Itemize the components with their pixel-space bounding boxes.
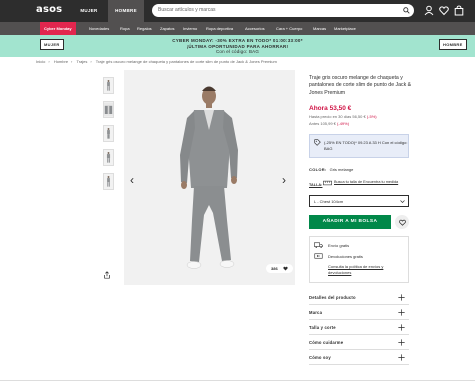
- accordion-label: Talla y corte: [309, 325, 336, 330]
- free-shipping-text: Envío gratis: [328, 243, 350, 248]
- cat-ropa[interactable]: Ropa: [120, 22, 130, 35]
- thumbnail-4[interactable]: [103, 149, 114, 166]
- promo-code-text: (-25% EN TODO)* 09.23 A 33 H Con el códi…: [324, 140, 408, 151]
- ruler-icon: [323, 180, 332, 186]
- cat-novedades[interactable]: Novedades: [89, 22, 109, 35]
- product-main-image[interactable]: [124, 70, 295, 285]
- tag-icon: [314, 139, 321, 146]
- accordion-about-me[interactable]: Cómo soy: [309, 351, 409, 365]
- banner-hombre-button[interactable]: HOMBRE: [439, 39, 467, 50]
- prev-image-arrow[interactable]: ‹: [130, 173, 134, 187]
- size-select-value: L - Chest 104cm: [314, 199, 344, 204]
- banner-line-3: Con el código: BAG: [215, 49, 260, 54]
- cat-accesorios[interactable]: Accesorios: [245, 22, 265, 35]
- footer-divider: [0, 380, 475, 381]
- next-image-arrow[interactable]: ›: [282, 173, 286, 187]
- accordion-product-details[interactable]: Detalles del producto: [309, 291, 409, 305]
- cat-zapatos[interactable]: Zapatos: [160, 22, 174, 35]
- cat-cara-cuerpo[interactable]: Cara + Cuerpo: [276, 22, 302, 35]
- search-icon[interactable]: [403, 7, 410, 14]
- cat-ropa-deportiva[interactable]: Ropa deportiva: [206, 22, 233, 35]
- color-value: Gris melange: [329, 167, 354, 172]
- search-placeholder: Buscar artículos y marcas: [158, 7, 216, 13]
- cat-cyber-monday[interactable]: Cyber Monday: [40, 22, 76, 35]
- delivery-policy-link[interactable]: Consulta la política de envíos y devoluc…: [328, 264, 406, 275]
- bag-icon[interactable]: [454, 5, 464, 16]
- banner-line-1: CYBER MONDAY: -30% EXTRA EN TODO* 01:00:…: [172, 38, 303, 43]
- likes-count: 386: [271, 266, 278, 271]
- breadcrumb-inicio[interactable]: Inicio: [36, 59, 45, 64]
- price-rrp-text: Antes 105,99 €: [309, 121, 336, 126]
- breadcrumb: Inicio › Hombre › Trajes › Traje gris oscur…: [36, 59, 277, 64]
- cat-regalos[interactable]: Regalos: [137, 22, 152, 35]
- share-icon[interactable]: [103, 271, 111, 279]
- accordion-label: Cómo soy: [309, 355, 331, 360]
- top-header: asos MUJER HOMBRE Buscar artículos y mar…: [0, 0, 475, 22]
- accordion-label: Cómo cuidarme: [309, 340, 344, 345]
- price-lowest-30d: Hasta precio en 30 días 56,50 € (-5%): [309, 114, 377, 119]
- plus-icon: [398, 324, 405, 331]
- plus-icon: [398, 339, 405, 346]
- thumbnail-2[interactable]: [103, 101, 114, 118]
- cat-marcas[interactable]: Marcas: [313, 22, 326, 35]
- price-lowest-text: Hasta precio en 30 días 56,50 €: [309, 114, 366, 119]
- heart-icon: [283, 266, 288, 271]
- model-figure: [124, 70, 295, 285]
- save-to-wishlist-button[interactable]: [395, 215, 409, 229]
- thumbnail-1[interactable]: [103, 77, 114, 94]
- promo-banner[interactable]: MUJER CYBER MONDAY: -30% EXTRA EN TODO* …: [0, 35, 475, 57]
- add-to-bag-button[interactable]: AÑADIR A MI BOLSA: [309, 215, 391, 229]
- breadcrumb-hombre[interactable]: Hombre: [54, 59, 68, 64]
- chevron-down-icon: [400, 200, 405, 203]
- thumbnail-3[interactable]: [103, 125, 114, 142]
- free-returns-text: Devoluciones gratis: [328, 254, 363, 259]
- asos-logo[interactable]: asos: [36, 4, 62, 15]
- price-current: Ahora 53,50 €: [309, 105, 352, 112]
- breadcrumb-trajes[interactable]: Trajes: [76, 59, 87, 64]
- plus-icon: [398, 309, 405, 316]
- accordion-label: Marca: [309, 310, 323, 315]
- search-input[interactable]: Buscar artículos y marcas: [152, 4, 414, 17]
- breadcrumb-current: Traje gris oscuro melange de chaqueta y …: [95, 59, 277, 64]
- tab-hombre[interactable]: HOMBRE: [108, 0, 144, 22]
- size-heading: TALLA:: [309, 183, 323, 187]
- wishlist-icon[interactable]: [439, 5, 449, 16]
- accordion-size-fit[interactable]: Talla y corte: [309, 321, 409, 335]
- account-icon[interactable]: [424, 5, 434, 16]
- plus-icon: [398, 354, 405, 361]
- delivery-info-box: Envío gratis Devoluciones gratis Consult…: [309, 236, 409, 283]
- truck-icon: [314, 242, 323, 248]
- heart-outline-icon: [398, 219, 406, 226]
- price-lowest-pct: (-5%): [366, 114, 377, 119]
- size-guide-link[interactable]: Busca tu talla de Encuentra tu medida: [334, 180, 404, 186]
- return-icon: [314, 253, 323, 259]
- color-heading: COLOR:: [309, 167, 327, 172]
- category-nav: Cyber Monday Novedades Ropa Regalos Zapa…: [0, 22, 475, 35]
- thumbnail-5[interactable]: [103, 173, 114, 190]
- accordion-care[interactable]: Cómo cuidarme: [309, 336, 409, 350]
- accordion-label: Detalles del producto: [309, 295, 356, 300]
- size-select[interactable]: L - Chest 104cm: [309, 195, 409, 207]
- price-rrp: Antes 105,99 € (-49%): [309, 121, 349, 126]
- cat-invierno[interactable]: Invierno: [183, 22, 197, 35]
- banner-line-2: ¡ÚLTIMA OPORTUNIDAD PARA AHORRAR!: [186, 43, 289, 49]
- promo-code-box: (-25% EN TODO)* 09.23 A 33 H Con el códi…: [309, 134, 409, 158]
- product-title: Traje gris oscuro melange de chaqueta y …: [309, 75, 412, 96]
- price-rrp-pct: (-49%): [337, 121, 350, 126]
- accordion-brand[interactable]: Marca: [309, 306, 409, 320]
- color-label: COLOR: Gris melange: [309, 167, 353, 172]
- plus-icon: [398, 294, 405, 301]
- tab-mujer[interactable]: MUJER: [70, 0, 108, 22]
- likes-badge[interactable]: 386: [266, 264, 293, 273]
- cat-marketplace[interactable]: Marketplace: [334, 22, 356, 35]
